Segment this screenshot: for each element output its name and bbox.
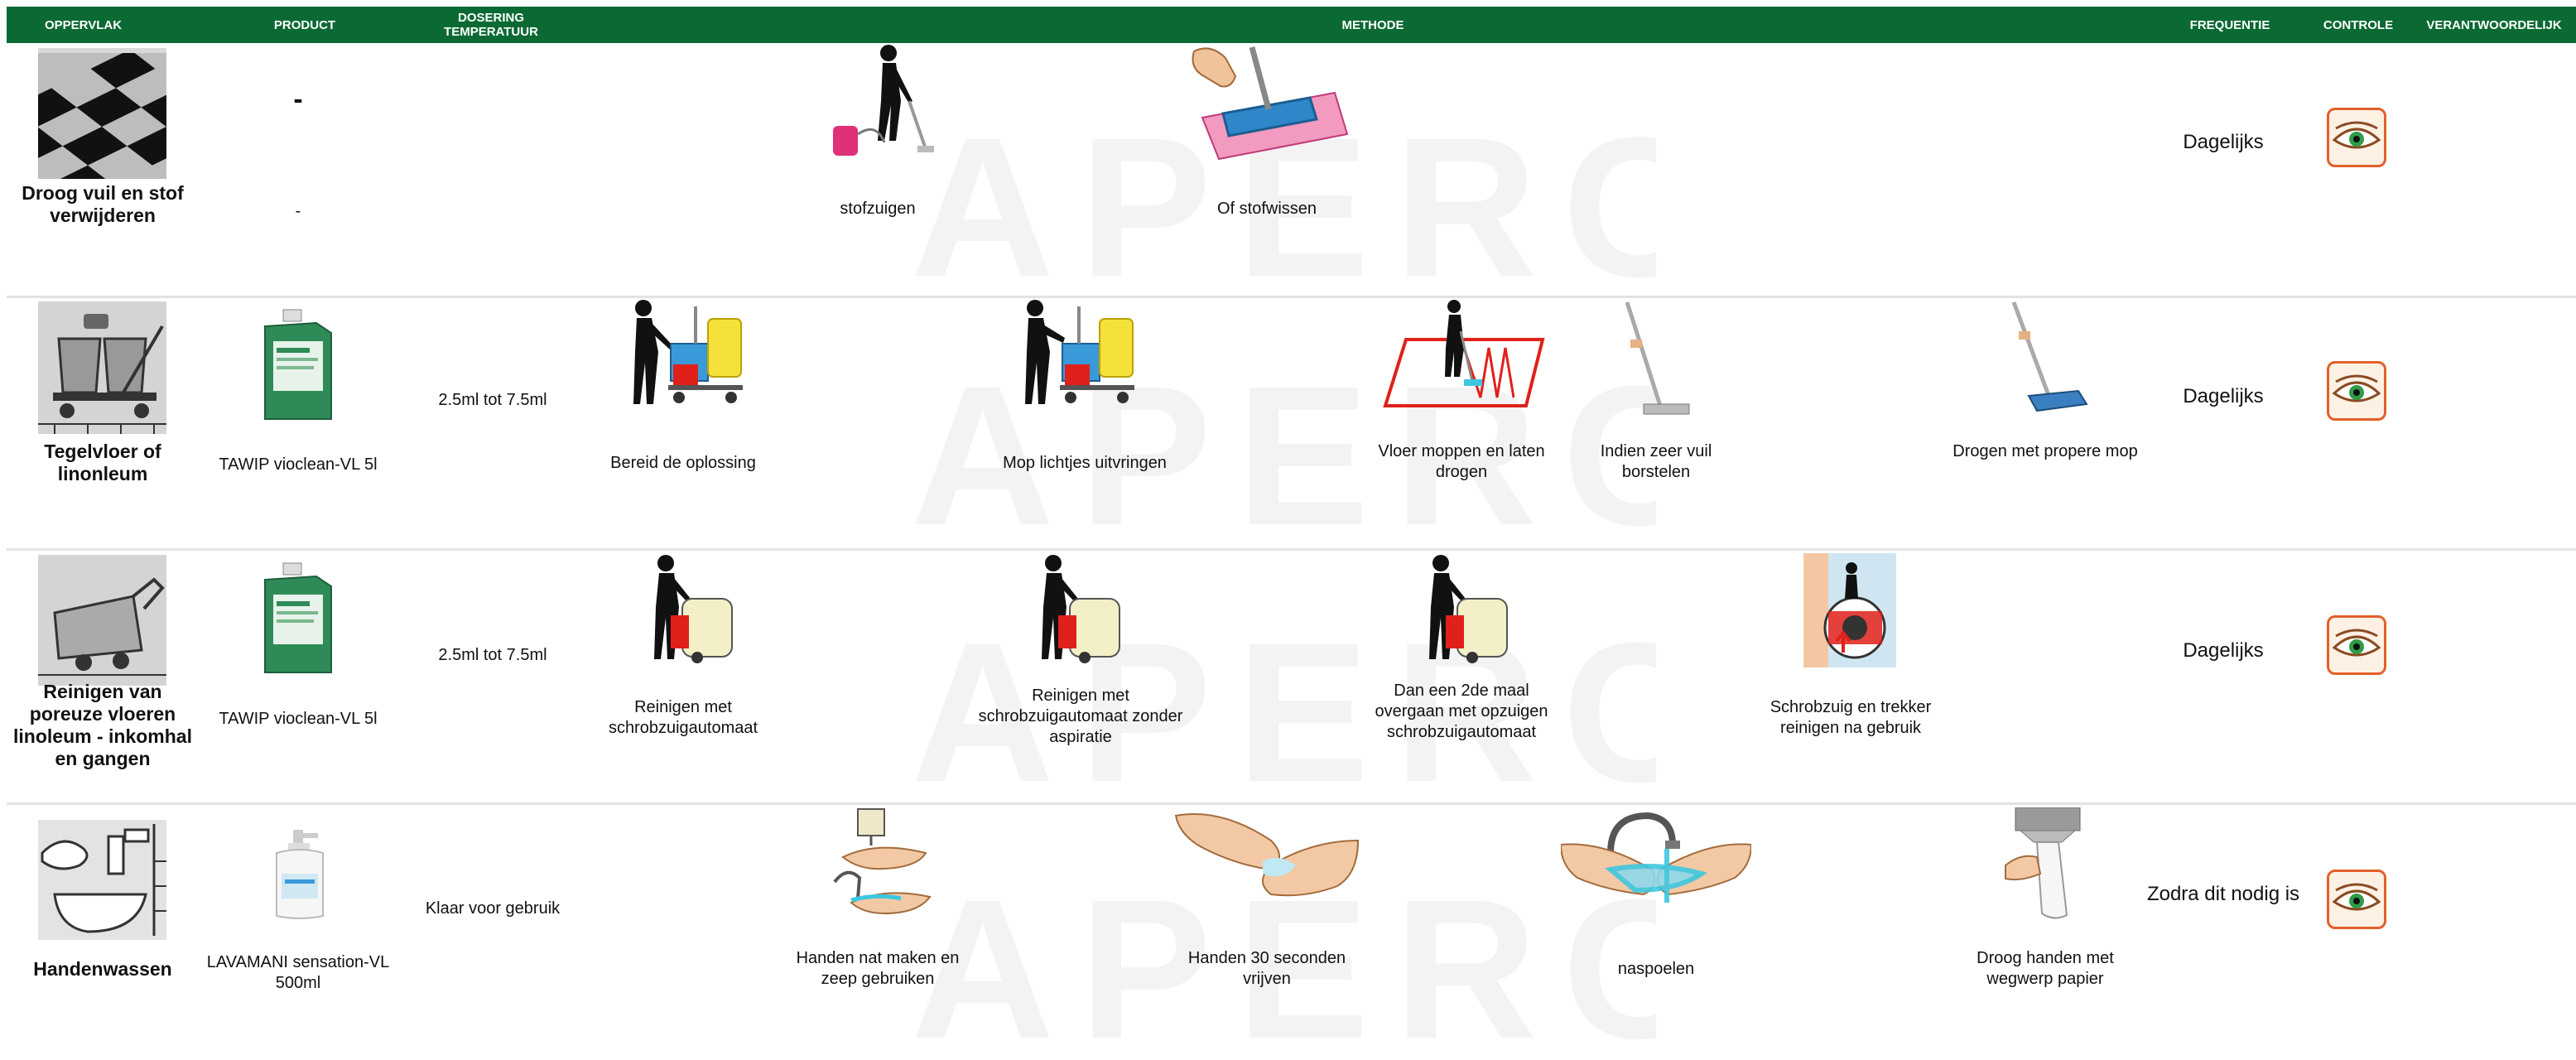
header-verantwoordelijk: VERANTWOORDELIJK: [2426, 17, 2562, 32]
person-trolley-icon: [633, 300, 743, 404]
header-methode: METHODE: [1341, 17, 1404, 32]
step-label: stofzuigen: [840, 200, 916, 218]
surface-label: Handenwassen: [33, 958, 172, 980]
flat-mop-icon: [2011, 301, 2088, 412]
product-bottle-icon: [264, 309, 332, 420]
eye-inspection-icon: [2327, 361, 2386, 421]
eye-inspection-icon: [2327, 870, 2386, 929]
surface-label: Droog vuil en stof verwijderen: [22, 182, 184, 226]
person-scrubber-icon: [654, 555, 733, 663]
step-label: Reinigen met schrobzuigautomaat zonder a…: [978, 687, 1183, 746]
wet-hands-soap-icon: [833, 808, 932, 915]
frequency: Dagelijks: [2183, 131, 2264, 153]
table-header: OPPERVLAK PRODUCT DOSERING TEMPERATUUR M…: [7, 7, 2576, 43]
row-separator: [7, 802, 2576, 805]
row-separator: [7, 548, 2576, 551]
eye-inspection-icon: [2327, 615, 2386, 675]
frequency: Zodra dit nodig is: [2146, 883, 2300, 905]
scrubber-machine-icon: [38, 555, 166, 686]
product-bottle-icon: [276, 830, 324, 919]
scrubber-cleaning-icon: [1803, 553, 1896, 667]
product-label: TAWIP vioclean-VL 5l: [219, 455, 378, 474]
product-dash: -: [293, 84, 303, 115]
step-label: Bereid de oplossing: [610, 454, 756, 472]
vacuum-person-icon: [833, 45, 934, 156]
step-label: Handen 30 seconden vrijven: [1187, 949, 1346, 988]
cleaning-trolley-icon: [38, 301, 166, 434]
header-product: PRODUCT: [273, 17, 336, 32]
header-oppervlak: OPPERVLAK: [44, 17, 123, 32]
handwash-sink-icon: [38, 820, 166, 940]
header-controle: CONTROLE: [2323, 17, 2394, 32]
step-label: Reinigen met schrobzuigautomaat: [608, 698, 758, 737]
frequency: Dagelijks: [2183, 385, 2264, 407]
checkered-floor-icon: [38, 48, 166, 179]
step-label: Dan een 2de maal overgaan met opzuigen s…: [1375, 682, 1548, 741]
step-label: Of stofwissen: [1216, 200, 1317, 218]
paper-towel-icon: [2005, 807, 2081, 919]
step-label: Handen nat maken en zeep gebruiken: [796, 949, 960, 988]
surface-label: Reinigen van poreuze vloeren linoleum - …: [13, 681, 192, 769]
frequency: Dagelijks: [2183, 639, 2264, 662]
person-trolley-wring-icon: [1025, 300, 1134, 404]
row-separator: [7, 296, 2576, 298]
product-label: -: [295, 202, 301, 220]
person-scrubber-icon: [1042, 555, 1120, 663]
rub-hands-icon: [1174, 813, 1360, 897]
header-dosering: DOSERING TEMPERATUUR: [444, 11, 538, 39]
step-label: Drogen met propere mop: [1952, 442, 2138, 460]
step-label: Indien zeer vuil borstelen: [1600, 442, 1712, 481]
person-scrubber-icon: [1429, 555, 1508, 663]
surface-label: Tegelvloer of linonleum: [44, 441, 161, 484]
product-label: LAVAMANI sensation-VL 500ml: [206, 953, 390, 992]
product-bottle-icon: [264, 562, 332, 673]
product-label: TAWIP vioclean-VL 5l: [219, 710, 378, 728]
step-label: naspoelen: [1617, 960, 1695, 978]
mopping-pattern-icon: [1383, 300, 1545, 407]
floor-brush-icon: [1625, 301, 1690, 415]
step-label: Mop lichtjes uitvringen: [1003, 454, 1167, 472]
dosage: 2.5ml tot 7.5ml: [438, 391, 547, 409]
eye-inspection-icon: [2327, 108, 2386, 167]
dosage: 2.5ml tot 7.5ml: [438, 646, 547, 664]
step-label: Vloer moppen en laten drogen: [1378, 442, 1545, 481]
header-frequentie: FREQUENTIE: [2189, 17, 2270, 32]
step-label: Droog handen met wegwerp papier: [1977, 949, 2114, 988]
dust-mop-hand-icon: [1192, 46, 1349, 161]
step-label: Schrobzuig en trekker reinigen na gebrui…: [1769, 698, 1932, 737]
rinse-hands-icon: [1561, 812, 1751, 903]
dosage: Klaar voor gebruik: [425, 899, 561, 918]
